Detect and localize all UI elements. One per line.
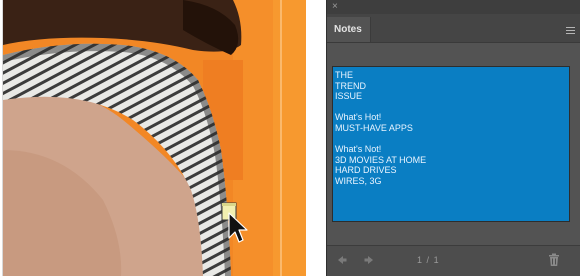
close-icon[interactable]: × — [332, 1, 338, 12]
page-total: 1 — [433, 255, 440, 265]
page-current: 1 — [417, 255, 424, 265]
arrow-right-icon[interactable] — [363, 254, 375, 266]
note-line: ISSUE — [335, 91, 363, 102]
note-line: 3D MOVIES AT HOME — [335, 154, 427, 165]
page-count: 1 / 1 — [417, 254, 440, 266]
panel-menu-icon[interactable] — [566, 27, 575, 36]
note-line: THE — [335, 70, 353, 80]
panel-footer: 1 / 1 — [327, 245, 580, 276]
note-line — [335, 102, 569, 113]
note-line: WIRES, 3G — [335, 175, 382, 186]
note-text-area[interactable]: THE TREND ISSUE What's Hot! MUST-HAVE AP… — [332, 66, 570, 222]
document-canvas[interactable] — [2, 0, 306, 276]
note-line: HARD DRIVES — [335, 165, 397, 176]
note-line — [335, 134, 569, 145]
panel-tab-row: Notes — [327, 14, 580, 43]
trash-icon[interactable] — [548, 253, 560, 267]
tab-notes[interactable]: Notes — [327, 17, 371, 42]
page-separator: / — [426, 255, 431, 265]
note-line: What's Not! — [335, 144, 382, 155]
photo-image — [3, 0, 306, 276]
arrow-left-icon[interactable] — [336, 254, 348, 266]
panel-title-bar: × — [327, 0, 580, 14]
note-line: MUST-HAVE APPS — [335, 122, 413, 133]
note-line: TREND — [335, 80, 366, 91]
note-line: What's Hot! — [335, 112, 382, 123]
notes-panel: × Notes THE TREND ISSUE What's Hot! MUST… — [326, 0, 580, 276]
